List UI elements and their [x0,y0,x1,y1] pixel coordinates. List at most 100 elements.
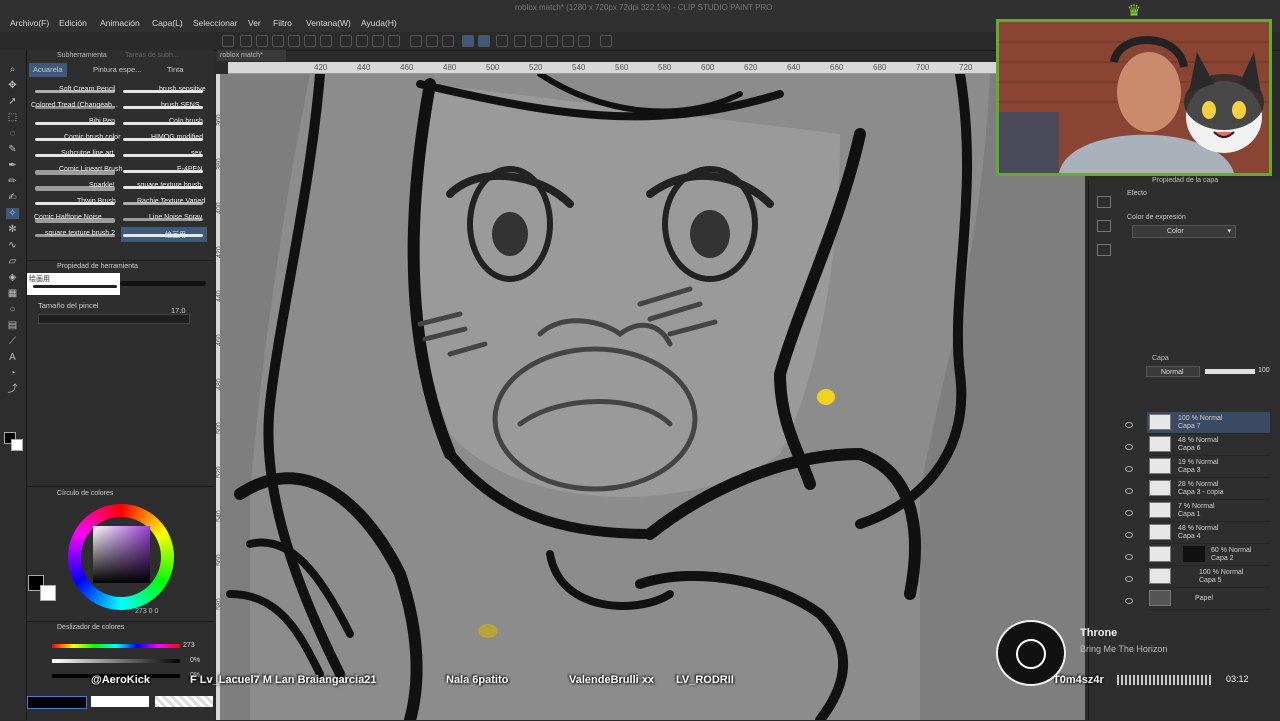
brush-item[interactable]: square texture brush [121,179,207,194]
saturation-square[interactable] [93,526,150,583]
rotate-view-icon[interactable] [514,35,526,47]
invert-selection-icon[interactable] [426,35,438,47]
menu-filtro[interactable]: Filtro [273,18,292,28]
hue-slider[interactable] [52,644,180,648]
zoom-tool-icon[interactable]: ⌕ [6,64,19,75]
panel-icon-3[interactable] [1097,244,1111,256]
layer-row[interactable]: 48 % Normal Capa 6 [1147,434,1270,456]
pencil-tool-icon[interactable]: ✏ [6,176,19,187]
tab-acuarela[interactable]: Acuarela [29,63,67,77]
layout-icon[interactable] [600,35,612,47]
brush-item[interactable]: E-4PEN [121,163,207,178]
drawing-canvas[interactable] [220,74,1085,720]
brush-item[interactable]: Colo brush [121,115,207,130]
redo-icon[interactable] [320,35,332,47]
brush-item[interactable]: Line Noise Spray [121,211,207,226]
tab-pintura[interactable]: Pintura espe... [89,63,145,77]
expression-color-select[interactable]: Color ▾ [1132,225,1236,238]
undo-icon[interactable] [304,35,316,47]
decoration-tool-icon[interactable]: ✻ [6,224,19,235]
zoom-in-icon[interactable] [562,35,574,47]
brush-item[interactable]: sex [121,147,207,162]
clear-icon[interactable] [340,35,352,47]
new-file-icon[interactable] [222,35,234,47]
sub-color-swatch[interactable] [11,439,23,451]
visibility-eye-icon[interactable] [1125,444,1133,450]
hue-ring[interactable] [68,504,174,610]
eyedropper-tool-icon[interactable]: ✎ [6,144,19,155]
brush-item[interactable]: Rachie Texture Varied [121,195,207,210]
color-history-black[interactable] [27,696,87,709]
open-file-icon[interactable] [240,35,252,47]
text-tool-icon[interactable]: A [6,352,19,363]
brush-tool-icon[interactable]: ✍ [6,192,19,203]
export-icon[interactable] [272,35,284,47]
subtool-detail-tab[interactable]: Tareas de subh... [125,52,179,59]
opacity-value[interactable]: 100 [1258,367,1270,374]
menu-capa[interactable]: Capa(L) [152,18,183,28]
menu-ventana[interactable]: Ventana(W) [306,18,351,28]
save-icon[interactable] [256,35,268,47]
fill-icon[interactable] [356,35,368,47]
layer-row[interactable]: 100 % Normal Capa 7 [1147,412,1270,434]
flip-view-icon[interactable] [530,35,542,47]
balloon-tool-icon[interactable]: ◔ [6,368,19,379]
deselect-icon[interactable] [410,35,422,47]
snap-ruler-icon[interactable] [462,35,474,47]
layer-row[interactable]: 100 % Normal Capa 5 [1147,566,1270,588]
color-history-white[interactable] [91,696,149,707]
visibility-eye-icon[interactable] [1125,532,1133,538]
figure-tool-icon[interactable]: ○ [6,304,19,315]
blend-tool-icon[interactable]: ∿ [6,240,19,251]
transform-icon[interactable] [372,35,384,47]
blend-mode-select[interactable]: Normal [1146,366,1200,377]
color-history-transparent[interactable] [155,696,213,707]
menu-ver[interactable]: Ver [248,18,261,28]
visibility-eye-icon[interactable] [1125,554,1133,560]
pen-tool-icon[interactable]: ✒ [6,160,19,171]
menu-edicion[interactable]: Edición [59,18,87,28]
panel-icon-1[interactable] [1097,196,1111,208]
visibility-eye-icon[interactable] [1125,466,1133,472]
tab-tinta[interactable]: Tinta [163,63,187,77]
brush-item[interactable]: brush SENS [121,99,207,114]
snap-special-ruler-icon[interactable] [478,35,490,47]
brush-item[interactable]: brush sensitive [121,83,207,98]
crop-icon[interactable] [388,35,400,47]
layer-row-paper[interactable]: Papel [1147,588,1270,610]
visibility-eye-icon[interactable] [1125,576,1133,582]
selection-tool-icon[interactable]: ⬚ [6,112,19,123]
fill-tool-icon[interactable]: ◈ [6,272,19,283]
visibility-eye-icon[interactable] [1125,488,1133,494]
operation-tool-icon[interactable]: ➚ [6,96,19,107]
airbrush-tool-icon[interactable]: ✧ [6,208,19,219]
lasso-tool-icon[interactable]: ◌ [6,128,19,139]
zoom-out-icon[interactable] [578,35,590,47]
layer-row[interactable]: 48 % Normal Capa 4 [1147,522,1270,544]
visibility-eye-icon[interactable] [1125,510,1133,516]
print-icon[interactable] [288,35,300,47]
menu-seleccionar[interactable]: Seleccionar [193,18,237,28]
saturation-slider[interactable] [52,659,180,663]
brush-item[interactable]: HIMOG modified [121,131,207,146]
fit-view-icon[interactable] [546,35,558,47]
ruler-tool-icon[interactable]: ⟋ [6,336,19,347]
panel-icon-2[interactable] [1097,220,1111,232]
canvas-tab[interactable]: roblox match* [217,50,286,61]
layer-row[interactable]: 60 % Normal Capa 2 [1147,544,1270,566]
brush-size-slider[interactable] [38,314,190,324]
brush-size-value[interactable]: 17.0 [171,306,186,315]
menu-archivo[interactable]: Archivo(F) [10,18,49,28]
layer-row[interactable]: 19 % Normal Capa 3 [1147,456,1270,478]
snap-grid-icon[interactable] [496,35,508,47]
expand-selection-icon[interactable] [442,35,454,47]
gradient-tool-icon[interactable]: ▦ [6,288,19,299]
sub-color-chip[interactable] [40,585,56,601]
move-tool-icon[interactable]: ✥ [6,80,19,91]
menu-ayuda[interactable]: Ayuda(H) [361,18,397,28]
correct-line-tool-icon[interactable]: ⤴ [6,384,19,395]
subtool-header-tab[interactable]: Subherramienta [57,52,107,59]
visibility-eye-icon[interactable] [1125,598,1133,604]
visibility-eye-icon[interactable] [1125,422,1133,428]
layer-row[interactable]: 28 % Normal Capa 3 - copia [1147,478,1270,500]
